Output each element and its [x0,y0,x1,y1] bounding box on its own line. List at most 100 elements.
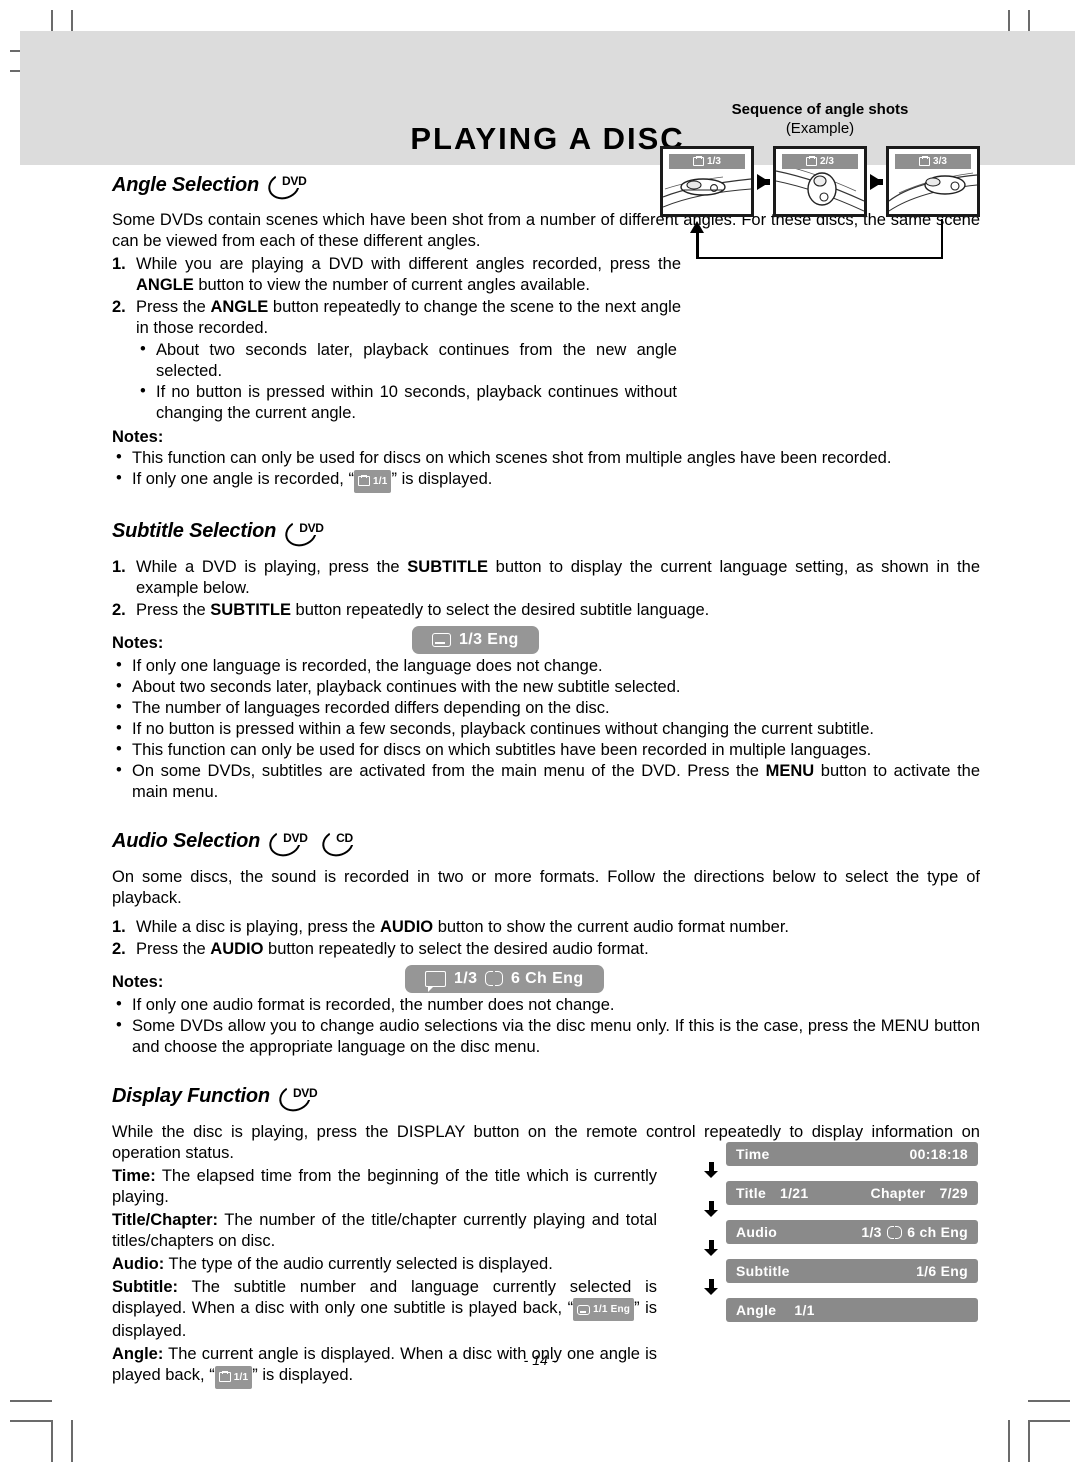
step-number: 2. [112,298,126,316]
subtitle-inline-badge-value: 1/1 Eng [593,1304,631,1315]
angle-frame-badge-value: 1/3 [707,156,721,167]
crop-mark-bottom-left [71,1420,73,1462]
arrow-down-icon [704,1240,718,1256]
display-item-audio: Audio: The type of the audio currently s… [112,1254,657,1275]
camera-angle-icon [218,1370,231,1382]
osd-key: Angle [736,1302,777,1318]
osd-value: 1/21 [780,1185,809,1201]
audio-osd-badge: 1/3 6 Ch Eng [405,964,604,993]
osd-bar: Subtitle 1/6 Eng [726,1259,978,1283]
list-item: 1. While a disc is playing, press the AUD… [112,917,980,938]
display-item-label: Audio: [112,1254,165,1273]
dvd-disc-icon: DVD [275,1080,323,1115]
step-text: Press the [136,298,211,316]
osd-panel-time: Time 00:18:18 [700,1142,980,1166]
list-item: If no button is pressed within a few sec… [112,718,980,740]
display-item-label: Subtitle: [112,1277,178,1296]
list-item: On some DVDs, subtitles are activated fr… [112,760,980,803]
osd-key: Time [736,1146,770,1162]
angle-frame: 2/3 [773,146,867,217]
audio-osd-badge-number: 1/3 [454,969,478,987]
osd-value: 1/1 [794,1302,815,1318]
display-item-text: The elapsed time from the beginning of t… [112,1166,657,1206]
osd-bar: Title 1/21 Chapter 7/29 [726,1181,978,1205]
display-item-text: The type of the audio currently selected… [164,1254,553,1273]
angle-frame: 1/3 [660,146,754,217]
display-osd-panel-stack: Time 00:18:18 Title 1/21 Chapter 7/29 Au… [700,1142,980,1322]
osd-value-secondary: 6 ch Eng [907,1224,968,1240]
subtitle-icon [432,632,451,647]
osd-key: Audio [736,1224,778,1240]
step-text: button to show the current audio format … [433,917,789,936]
step-number: 1. [112,255,126,273]
crop-mark-bottom-left [51,1420,53,1462]
section-title-text: Subtitle Selection [112,520,277,542]
figure-frames-row: 1/3 2/3 3/3 [660,146,980,217]
osd-key: Subtitle [736,1263,790,1279]
page-number: - 14 - [523,1352,557,1368]
osd-value-group: 1/3 6 ch Eng [861,1224,968,1240]
subtitle-osd-badge-value: 1/3 Eng [459,630,519,648]
osd-panel-title-chapter: Title 1/21 Chapter 7/29 [700,1162,980,1205]
step-text: button repeatedly to select the desired … [263,939,649,958]
crop-mark-bottom-right [1028,1400,1070,1402]
crop-mark-bottom-right [1008,1420,1010,1462]
subtitle-steps-list: 1. While a DVD is playing, press the SUBT… [112,557,980,621]
display-item-text: ” is displayed. [252,1366,354,1384]
crop-mark-bottom-left [10,1420,52,1422]
display-item-subtitle: Subtitle: The subtitle number and langua… [112,1277,657,1343]
osd-value: 00:18:18 [909,1146,968,1162]
angle-frame-badge: 3/3 [895,154,971,169]
crop-mark-bottom-left [10,1400,52,1402]
dvd-disc-icon-label: DVD [282,830,309,845]
dvd-disc-icon-label: DVD [291,1085,319,1100]
angle-sequence-figure: Sequence of angle shots (Example) 1/3 2/… [660,100,980,263]
step-bold-term: AUDIO [210,939,264,958]
camera-angle-icon [693,155,705,166]
subtitle-icon [577,1304,591,1315]
arrow-down-icon [704,1162,718,1178]
osd-panel-audio: Audio 1/3 6 ch Eng [700,1201,980,1244]
angle-sub-bullets: About two seconds later, playback contin… [112,339,980,424]
list-item: 2. Press the ANGLE button repeatedly to c… [112,297,681,339]
dvd-disc-icon: DVD [264,168,312,204]
list-item: Some DVDs allow you to change audio sele… [112,1015,980,1058]
osd-key-secondary: Chapter [870,1185,926,1201]
arrow-down-icon [704,1201,718,1217]
angle-frame: 3/3 [886,146,980,217]
figure-subtitle: (Example) [785,120,855,137]
list-item: If only one language is recorded, the la… [112,655,980,677]
section-title-text: Angle Selection [112,173,260,196]
step-bold-term: ANGLE [136,276,194,294]
step-text: While you are playing a DVD with differe… [136,255,681,273]
angle-inline-badge-value: 1/1 [372,475,388,487]
osd-key: Title [736,1185,767,1201]
display-item-title-chapter: Title/Chapter: The number of the title/c… [112,1210,657,1252]
audio-notes-list: If only one audio format is recorded, th… [112,994,980,1058]
angle-frame-badge-value: 3/3 [933,156,947,167]
angle-frame-badge: 1/3 [669,154,745,169]
dolby-digital-icon [485,971,503,986]
cd-disc-icon: CD [318,825,366,860]
note-bold-term: MENU [765,761,815,780]
sequence-loop-arrow [660,219,980,263]
list-item: This function can only be used for discs… [112,739,980,761]
list-item: 2. Press the SUBTITLE button repeatedly t… [112,600,980,621]
angle-inline-badge: 1/1 [214,1365,253,1389]
step-bold-term: ANGLE [210,298,269,316]
list-item: 1. While you are playing a DVD with diffe… [112,254,681,296]
note-text: ” is displayed. [391,470,493,488]
section-heading-subtitle-selection: Subtitle Selection DVD [112,515,980,550]
crop-mark-bottom-right [1028,1420,1070,1422]
angle-inline-badge-value: 1/1 [233,1371,249,1383]
angle-steps-list: 1. While you are playing a DVD with diffe… [112,254,980,339]
dvd-disc-icon-label: DVD [281,174,308,188]
osd-value-secondary: 7/29 [939,1185,968,1201]
camera-angle-icon [806,155,818,166]
step-number: 2. [112,600,126,619]
osd-bar: Time 00:18:18 [726,1142,978,1166]
subtitle-inline-badge: 1/1 Eng [573,1298,635,1321]
step-number: 1. [112,917,126,936]
camera-angle-icon [357,474,370,486]
dvd-disc-icon: DVD [265,825,313,860]
